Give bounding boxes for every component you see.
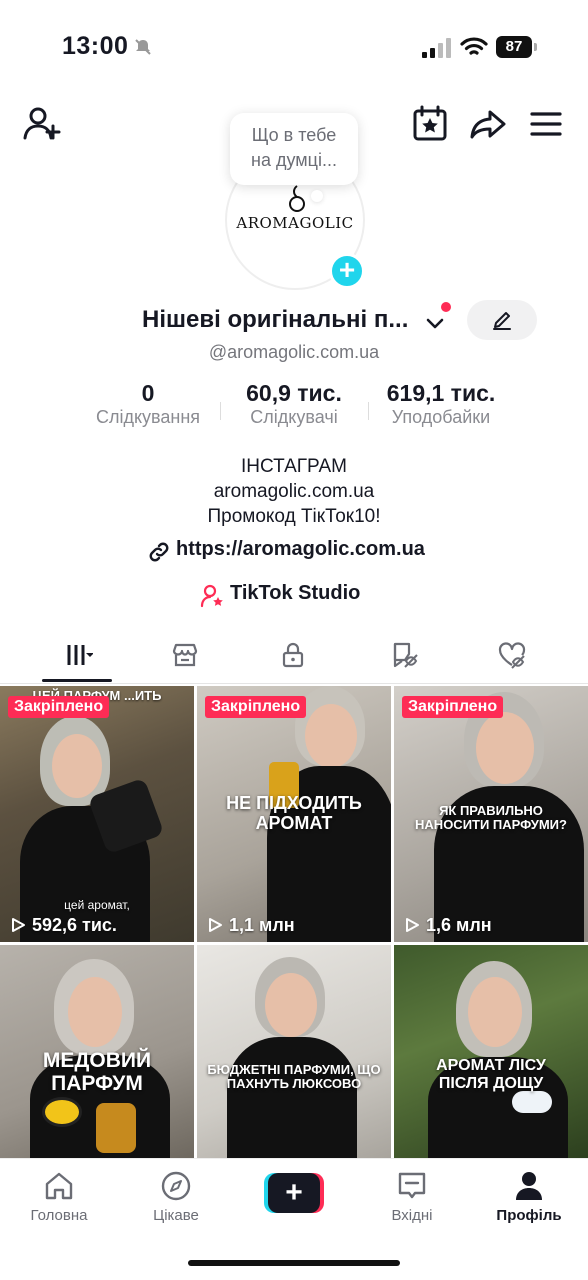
shop-icon — [172, 643, 198, 667]
battery-level: 87 — [496, 36, 532, 58]
video-views-count: 592,6 тис. — [32, 915, 117, 935]
home-indicator — [188, 1260, 400, 1266]
brand-logo-mark — [289, 185, 305, 212]
status-time: 13:00 — [62, 32, 129, 60]
stat-followers-value: 60,9 тис. — [246, 380, 342, 406]
stat-divider — [368, 402, 369, 420]
liked-icon — [498, 642, 526, 669]
note-bubble-line2: на думці... — [251, 150, 337, 170]
add-friend-button[interactable] — [22, 104, 62, 144]
home-icon — [45, 1172, 73, 1200]
pinned-badge: Закріплено — [205, 696, 307, 718]
studio-icon — [200, 584, 223, 608]
note-bubble-line1: Що в тебе — [251, 125, 337, 145]
menu-icon — [530, 112, 562, 136]
events-button[interactable] — [410, 104, 450, 144]
profile-name[interactable]: Нішеві оригінальні п... — [142, 306, 422, 334]
nav-home[interactable]: Головна — [9, 1169, 109, 1229]
video-tile[interactable]: МЕДОВИЙ ПАРФУМ — [0, 945, 194, 1158]
calendar-star-icon — [413, 105, 447, 141]
nav-home-label: Головна — [30, 1207, 88, 1224]
stat-likes-value: 619,1 тис. — [386, 380, 496, 406]
video-tile[interactable]: АРОМАТ ЛІСУ ПІСЛЯ ДОЩУ — [394, 945, 588, 1158]
grid-icon — [67, 645, 93, 665]
bio-link-text: https://aromagolic.com.ua — [176, 538, 425, 560]
stat-likes-label: Уподобайки — [391, 407, 491, 427]
battery-indicator: 87 — [496, 36, 538, 58]
nav-inbox[interactable]: Вхідні — [362, 1169, 462, 1229]
stat-followers-label: Слідкувачі — [250, 407, 338, 427]
video-tile[interactable]: Закріплено НЕ ПІДХОДИТЬ АРОМАТ 1,1 млн — [197, 686, 391, 942]
tab-private[interactable] — [263, 632, 323, 680]
stat-followers[interactable]: 60,9 тис. Слідкувачі — [230, 380, 358, 428]
tabs-divider — [0, 683, 588, 684]
pencil-icon — [493, 312, 511, 330]
video-tile[interactable]: БЮДЖЕТНІ ПАРФУМИ, ЩО ПАХНУТЬ ЛЮКСОВО — [197, 945, 391, 1158]
note-bubble-tail — [311, 190, 323, 202]
link-icon — [149, 542, 169, 562]
video-tile[interactable]: ЦЕЙ ПАРФУМ ...ИТЬ Закріплено цей аромат,… — [0, 686, 194, 942]
video-views-count: 1,6 млн — [426, 915, 492, 935]
share-icon — [470, 110, 506, 139]
video-views: 1,1 млн — [207, 915, 295, 936]
play-icon — [406, 918, 419, 932]
stat-divider — [220, 402, 221, 420]
username: @aromagolic.com.ua — [208, 342, 380, 362]
bell-muted-icon — [135, 39, 151, 55]
notification-dot — [441, 302, 451, 312]
play-icon — [12, 918, 25, 932]
tab-shop[interactable] — [155, 632, 215, 680]
menu-button[interactable] — [526, 104, 566, 144]
active-tab-indicator — [42, 679, 112, 682]
profile-icon — [516, 1172, 542, 1200]
wifi-icon — [460, 37, 488, 55]
nav-discover-label: Цікаве — [153, 1207, 199, 1224]
video-caption: МЕДОВИЙ ПАРФУМ — [42, 1049, 152, 1096]
lock-icon — [282, 642, 304, 668]
stat-following-label: Слідкування — [95, 407, 201, 427]
nav-profile[interactable]: Профіль — [479, 1169, 579, 1229]
tab-liked[interactable] — [482, 632, 542, 680]
tab-videos[interactable] — [48, 632, 108, 680]
bio-line-3: Промокод ТікТок10! — [207, 506, 381, 527]
pinned-badge: Закріплено — [402, 696, 504, 718]
play-icon — [209, 918, 222, 932]
brand-logo-text: AROMAGOLIC — [236, 214, 354, 232]
video-views: 1,6 млн — [404, 915, 492, 936]
add-friend-icon — [23, 107, 61, 140]
compass-icon — [161, 1171, 191, 1201]
video-caption: АРОМАТ ЛІСУ ПІСЛЯ ДОЩУ — [436, 1057, 546, 1092]
create-button-label: + — [268, 1173, 320, 1213]
stat-following-value: 0 — [141, 380, 155, 406]
content-tabs — [0, 632, 588, 682]
add-avatar-button[interactable]: + — [329, 253, 365, 289]
video-views-count: 1,1 млн — [229, 915, 295, 935]
video-tile[interactable]: Закріплено ЯК ПРАВИЛЬНО НАНОСИТИ ПАРФУМИ… — [394, 686, 588, 942]
nav-discover[interactable]: Цікаве — [126, 1169, 226, 1229]
tiktok-studio-label: TikTok Studio — [230, 582, 361, 604]
inbox-icon — [398, 1172, 426, 1199]
tab-saved[interactable] — [374, 632, 434, 680]
video-bottom-caption: цей аромат, — [64, 898, 130, 912]
edit-profile-button[interactable] — [467, 300, 537, 340]
stat-following[interactable]: 0 Слідкування — [88, 380, 208, 428]
video-views: 592,6 тис. — [10, 915, 117, 936]
video-caption: ЯК ПРАВИЛЬНО НАНОСИТИ ПАРФУМИ? — [415, 803, 567, 833]
nav-profile-label: Профіль — [496, 1207, 562, 1224]
stat-likes[interactable]: 619,1 тис. Уподобайки — [376, 380, 506, 428]
nav-inbox-label: Вхідні — [391, 1207, 433, 1224]
bio-line-2: aromagolic.com.ua — [213, 481, 375, 502]
note-bubble[interactable]: Що в тебе на думці... — [230, 113, 358, 185]
video-caption: НЕ ПІДХОДИТЬ АРОМАТ — [226, 793, 362, 833]
repost-icon — [393, 642, 418, 668]
share-profile-button[interactable] — [468, 104, 508, 144]
chevron-down-icon[interactable] — [424, 312, 446, 334]
create-button[interactable]: + — [264, 1173, 324, 1213]
pinned-badge: Закріплено — [8, 696, 110, 718]
video-caption: БЮДЖЕТНІ ПАРФУМИ, ЩО ПАХНУТЬ ЛЮКСОВО — [207, 1062, 381, 1092]
bio-line-1: ІНСТАГРАМ — [241, 456, 347, 477]
cellular-signal-icon — [422, 38, 451, 58]
